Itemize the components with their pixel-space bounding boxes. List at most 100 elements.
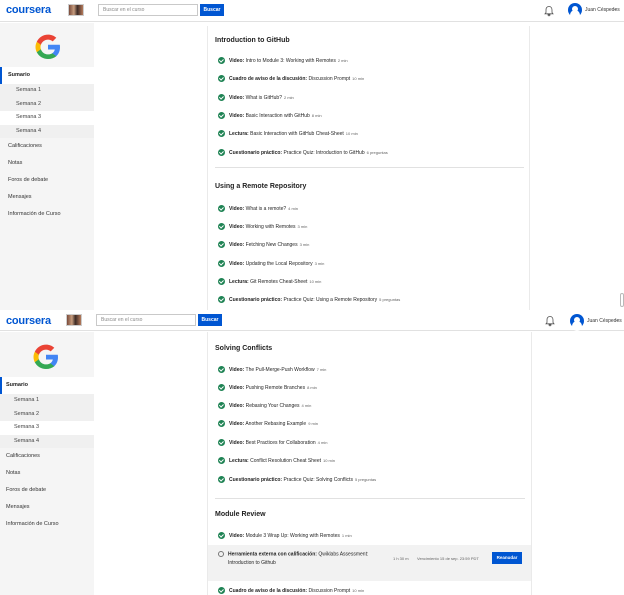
bell-icon[interactable] (543, 5, 555, 17)
section-title: Using a Remote Repository (215, 183, 307, 190)
lesson-item[interactable]: Cuestionario práctico: Practice Quiz: Us… (218, 296, 400, 303)
completed-check-icon (218, 57, 225, 64)
sidebar-item-week-4[interactable]: Semana 4 (0, 124, 94, 138)
sidebar-item-forums[interactable]: Foros de debate (0, 172, 94, 189)
top-navbar: coursera Buscar en el curso Buscar Juan … (0, 0, 624, 22)
lesson-item[interactable]: Video: Working with Remotes 3 min (218, 223, 307, 230)
course-thumbnail[interactable] (66, 314, 82, 326)
section-title: Module Review (215, 511, 266, 518)
sidebar-item-week-3[interactable]: Semana 3 (0, 421, 94, 435)
completed-check-icon (218, 205, 225, 212)
item-due-date: Vencimiento 15 de sep. 23:59 PDT (417, 556, 479, 561)
sidebar-item-forums[interactable]: Foros de debate (0, 482, 94, 499)
completed-check-icon (218, 296, 225, 303)
sidebar-nav: Sumario Semana 1 Semana 2 Semana 3 Seman… (0, 377, 94, 533)
sidebar-item-grades[interactable]: Calificaciones (0, 138, 94, 155)
chevron-down-icon[interactable]: ⌄ (613, 6, 617, 12)
course-thumbnail[interactable] (68, 4, 84, 16)
completed-check-icon (218, 241, 225, 248)
completed-check-icon (218, 149, 225, 156)
lesson-item[interactable]: Video: Another Rebasing Example 9 min (218, 420, 318, 427)
lesson-item[interactable]: Lectura: Git Remotes Cheat-Sheet 10 min (218, 278, 321, 285)
coursera-logo[interactable]: coursera (6, 315, 51, 327)
user-avatar-icon[interactable] (568, 3, 582, 17)
sidebar-item-grades[interactable]: Calificaciones (0, 448, 94, 465)
google-logo-icon (33, 344, 58, 369)
lesson-item[interactable]: Video: What is a remote? 4 min (218, 205, 298, 212)
sidebar-item-week-1[interactable]: Semana 1 (0, 84, 94, 98)
search-button[interactable]: Buscar (200, 4, 224, 16)
lesson-item[interactable]: Video: What is GitHub? 2 min (218, 94, 294, 101)
sidebar-nav: Sumario Semana 1 Semana 2 Semana 3 Seman… (0, 67, 94, 223)
sidebar-item-week-4[interactable]: Semana 4 (0, 434, 94, 448)
completed-check-icon (218, 439, 225, 446)
completed-check-icon (218, 278, 225, 285)
section-title: Solving Conflicts (215, 345, 273, 352)
module-content: Solving Conflicts Video: The Pull-Merge-… (207, 332, 532, 595)
lesson-item[interactable]: Video: Fetching New Changes 3 min (218, 241, 309, 248)
sidebar-item-summary[interactable]: Sumario (0, 67, 94, 84)
sidebar-item-week-1[interactable]: Semana 1 (0, 394, 94, 408)
completed-check-icon (218, 384, 225, 391)
screenshot-bottom: coursera Buscar en el curso Buscar Juan … (0, 310, 624, 595)
completed-check-icon (218, 420, 225, 427)
lesson-item[interactable]: Lectura: Basic Interaction with GitHub C… (218, 130, 358, 137)
lesson-item[interactable]: Cuadro de aviso de la discusión: Discuss… (218, 75, 364, 82)
completed-check-icon (218, 260, 225, 267)
lesson-item[interactable]: Cuestionario práctico: Practice Quiz: So… (218, 476, 376, 483)
sidebar-item-week-2[interactable]: Semana 2 (0, 407, 94, 421)
google-logo-icon (35, 34, 60, 59)
completed-check-icon (218, 94, 225, 101)
lesson-item[interactable]: Video: Updating the Local Repository 3 mi… (218, 260, 324, 267)
sidebar-item-messages[interactable]: Mensajes (0, 499, 94, 516)
lesson-item[interactable]: Video: Module 3 Wrap Up: Working with Re… (218, 532, 352, 539)
coursera-logo[interactable]: coursera (6, 4, 51, 16)
sidebar-item-summary[interactable]: Sumario (0, 377, 94, 394)
lesson-item[interactable]: Video: Rebasing Your Changes 4 min (218, 402, 311, 409)
lesson-item-current[interactable]: Herramienta externa con calificación: Qw… (218, 551, 368, 557)
user-avatar-icon[interactable] (570, 314, 584, 328)
completed-check-icon (218, 587, 225, 594)
sidebar-item-notes[interactable]: Notas (0, 155, 94, 172)
screenshot-top: coursera Buscar en el curso Buscar Juan … (0, 0, 624, 310)
completed-check-icon (218, 223, 225, 230)
resume-button[interactable]: Reanudar (492, 552, 522, 564)
scrollbar-handle[interactable] (620, 293, 624, 307)
search-button[interactable]: Buscar (198, 314, 222, 326)
sidebar-item-messages[interactable]: Mensajes (0, 189, 94, 206)
sidebar-item-course-info[interactable]: Información de Curso (0, 206, 94, 223)
lesson-item[interactable]: Video: The Pull-Merge-Push Workflow 7 min (218, 366, 326, 373)
lesson-item[interactable]: Video: Intro to Module 3: Working with R… (218, 57, 348, 64)
completed-check-icon (218, 112, 225, 119)
lesson-item[interactable]: Lectura: Conflict Resolution Cheat Sheet… (218, 457, 335, 464)
completed-check-icon (218, 457, 225, 464)
sidebar: Sumario Semana 1 Semana 2 Semana 3 Seman… (0, 23, 94, 310)
sidebar-item-course-info[interactable]: Información de Curso (0, 516, 94, 533)
bell-icon[interactable] (544, 315, 556, 327)
search-input[interactable]: Buscar en el curso (98, 4, 198, 16)
section-divider (215, 498, 525, 499)
lesson-item[interactable]: Video: Pushing Remote Branches 8 min (218, 384, 317, 391)
sidebar-item-week-2[interactable]: Semana 2 (0, 97, 94, 111)
completed-check-icon (218, 75, 225, 82)
lesson-item[interactable]: Cuadro de aviso de la discusión: Discuss… (218, 587, 364, 594)
section-divider (215, 167, 524, 168)
item-duration: 1 h 30 m (393, 556, 409, 561)
lesson-item[interactable]: Video: Best Practices for Collaboration 4… (218, 439, 327, 446)
sidebar-item-week-3[interactable]: Semana 3 (0, 111, 94, 125)
completed-check-icon (218, 532, 225, 539)
module-content: Introduction to GitHub Video: Intro to M… (207, 26, 530, 310)
lesson-item[interactable]: Video: Basic Interaction with GitHub 8 mi… (218, 112, 322, 119)
completed-check-icon (218, 366, 225, 373)
incomplete-ring-icon (218, 551, 224, 557)
lesson-item[interactable]: Cuestionario práctico: Practice Quiz: In… (218, 149, 388, 156)
top-navbar: coursera Buscar en el curso Buscar Juan … (0, 310, 624, 331)
completed-check-icon (218, 402, 225, 409)
section-title: Introduction to GitHub (215, 37, 290, 44)
sidebar: Sumario Semana 1 Semana 2 Semana 3 Seman… (0, 332, 94, 595)
completed-check-icon (218, 130, 225, 137)
lesson-item-current-line2: Introduction to Github (228, 560, 276, 566)
search-input[interactable]: Buscar en el curso (96, 314, 196, 326)
chevron-down-icon[interactable]: ⌄ (615, 317, 619, 323)
sidebar-item-notes[interactable]: Notas (0, 465, 94, 482)
